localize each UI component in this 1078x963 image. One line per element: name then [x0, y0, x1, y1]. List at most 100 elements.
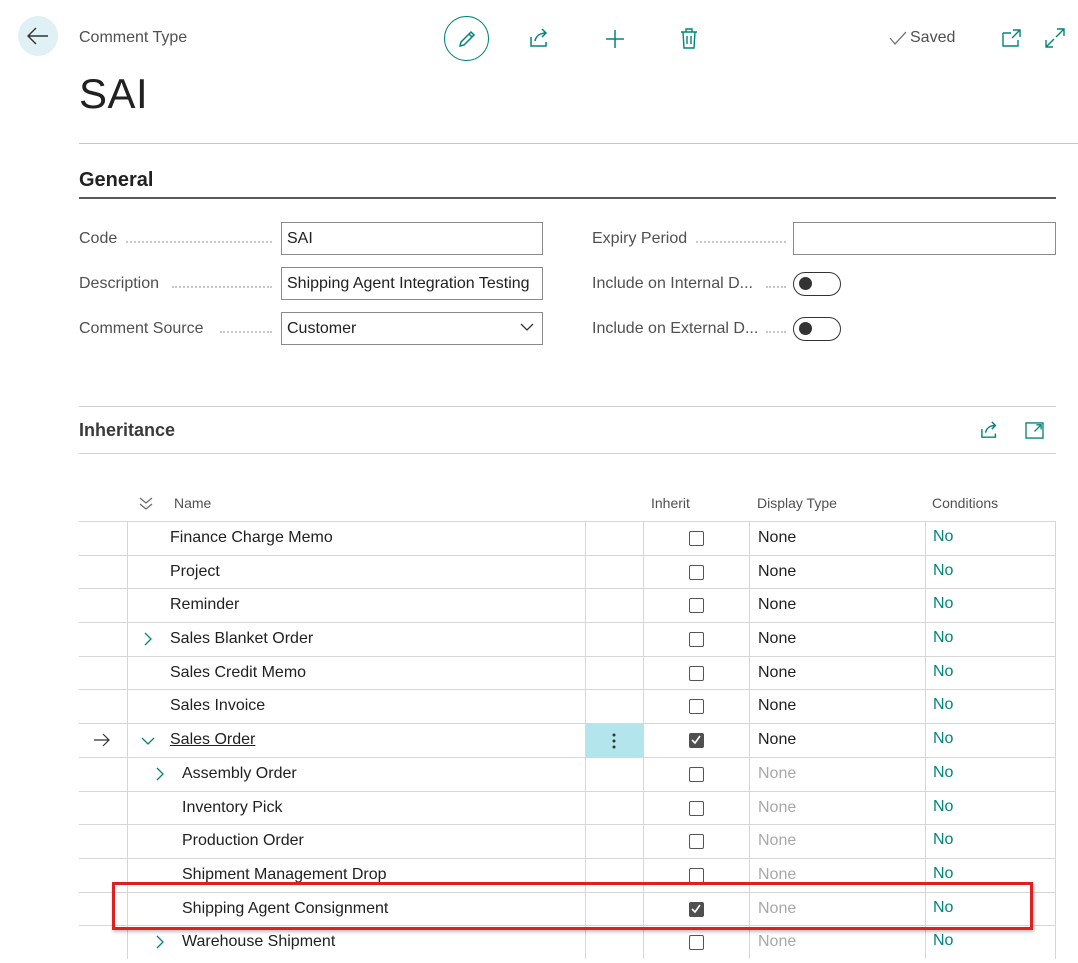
share-button[interactable] [526, 26, 554, 50]
row-name[interactable]: Sales Order [170, 731, 255, 749]
inherit-checkbox[interactable] [689, 867, 704, 883]
row-name[interactable]: Project [170, 563, 220, 581]
new-button[interactable] [602, 26, 628, 52]
include-internal-toggle[interactable] [793, 272, 841, 296]
comment-source-select[interactable]: Customer [281, 312, 543, 345]
include-external-toggle[interactable] [793, 317, 841, 341]
column-header-conditions[interactable]: Conditions [932, 495, 998, 511]
row-conditions-link[interactable]: No [933, 595, 953, 613]
inherit-checkbox[interactable] [689, 665, 704, 681]
inherit-checkbox[interactable] [689, 598, 704, 614]
column-header-display-type[interactable]: Display Type [757, 495, 837, 511]
inheritance-share-button[interactable] [979, 419, 1001, 441]
column-divider [925, 791, 926, 825]
saved-status: Saved [888, 29, 955, 47]
column-divider [749, 926, 750, 959]
table-row[interactable]: Warehouse Shipment None No [79, 925, 1056, 959]
comment-source-label: Comment Source [79, 320, 204, 337]
collapse-all-button[interactable] [138, 495, 154, 516]
inherit-checkbox[interactable] [689, 733, 704, 749]
row-display-type: None [758, 764, 797, 782]
saved-label: Saved [910, 29, 956, 46]
open-new-window-button[interactable] [1000, 27, 1024, 49]
delete-button[interactable] [677, 26, 701, 50]
table-row[interactable]: Production Order None No [79, 824, 1056, 858]
row-conditions-link[interactable]: No [933, 730, 953, 748]
column-divider [643, 757, 644, 791]
row-conditions-link[interactable]: No [933, 831, 953, 849]
row-name[interactable]: Sales Credit Memo [170, 664, 306, 682]
expand-button[interactable] [1043, 26, 1067, 50]
row-display-type[interactable]: None [758, 563, 796, 581]
row-name[interactable]: Finance Charge Memo [170, 529, 333, 547]
table-row[interactable]: Sales Invoice None No [79, 689, 1056, 724]
open-in-new-window-icon [1024, 421, 1044, 439]
row-name[interactable]: Production Order [182, 832, 304, 850]
toggle-knob [799, 322, 812, 335]
row-name[interactable]: Sales Blanket Order [170, 630, 313, 648]
code-label: Code [79, 230, 118, 247]
row-conditions-link[interactable]: No [933, 629, 953, 647]
chevron-down-icon[interactable] [141, 736, 155, 746]
row-conditions-link[interactable]: No [933, 798, 953, 816]
table-row-selected[interactable]: Sales Order None No [79, 723, 1056, 758]
chevron-down-icon [520, 323, 534, 331]
row-conditions-link[interactable]: No [933, 764, 953, 782]
inherit-checkbox[interactable] [689, 564, 704, 580]
row-actions-button[interactable] [585, 724, 643, 758]
column-divider [925, 724, 926, 757]
table-row[interactable]: Sales Credit Memo None No [79, 655, 1056, 690]
code-input[interactable]: SAI [281, 222, 543, 255]
inherit-checkbox[interactable] [689, 800, 704, 816]
row-display-type[interactable]: None [758, 630, 796, 648]
table-row[interactable]: Reminder None No [79, 588, 1056, 623]
row-conditions-link[interactable]: No [933, 663, 953, 681]
table-row[interactable]: Finance Charge Memo None No [79, 521, 1056, 555]
column-divider [585, 926, 586, 959]
inheritance-expand-button[interactable] [1023, 419, 1045, 441]
row-name[interactable]: Assembly Order [182, 765, 297, 783]
inherit-checkbox[interactable] [689, 632, 704, 648]
row-display-type[interactable]: None [758, 697, 796, 715]
row-name[interactable]: Reminder [170, 596, 239, 614]
row-conditions-link[interactable]: No [933, 528, 953, 546]
inherit-checkbox[interactable] [689, 834, 704, 850]
row-conditions-link[interactable]: No [933, 865, 953, 883]
open-in-new-window-icon [1002, 29, 1021, 47]
row-display-type[interactable]: None [758, 664, 796, 682]
description-input[interactable]: Shipping Agent Integration Testing [281, 267, 543, 300]
description-leader-dots [172, 286, 272, 288]
row-name[interactable]: Warehouse Shipment [182, 933, 335, 951]
chevron-right-icon[interactable] [143, 632, 153, 646]
row-display-type[interactable]: None [758, 596, 796, 614]
column-header-name[interactable]: Name [174, 495, 211, 511]
row-conditions-link[interactable]: No [933, 562, 953, 580]
trash-icon [681, 27, 697, 49]
toggle-knob [799, 277, 812, 290]
row-display-type[interactable]: None [758, 731, 796, 749]
edit-button[interactable] [444, 16, 489, 61]
inherit-checkbox[interactable] [689, 766, 704, 782]
table-row[interactable]: Inventory Pick None No [79, 790, 1056, 825]
inherit-checkbox[interactable] [689, 935, 704, 951]
chevron-right-icon[interactable] [155, 767, 165, 781]
row-display-type: None [758, 933, 797, 951]
back-button[interactable] [18, 16, 58, 56]
row-name[interactable]: Inventory Pick [182, 799, 282, 817]
row-conditions-link[interactable]: No [933, 696, 953, 714]
inherit-checkbox[interactable] [689, 699, 704, 715]
row-name[interactable]: Sales Invoice [170, 697, 265, 715]
chevron-right-icon[interactable] [155, 935, 165, 949]
column-divider [925, 825, 926, 858]
annotation-highlight-box [112, 882, 1033, 930]
table-row[interactable]: Assembly Order None No [79, 756, 1056, 791]
include-external-label: Include on External D... [592, 320, 759, 337]
inherit-checkbox[interactable] [689, 531, 704, 546]
row-conditions-link[interactable]: No [933, 932, 953, 950]
table-row[interactable]: Sales Blanket Order None No [79, 622, 1056, 656]
column-divider [749, 522, 750, 555]
column-header-inherit[interactable]: Inherit [651, 495, 690, 511]
table-row[interactable]: Project None No [79, 554, 1056, 589]
row-display-type[interactable]: None [758, 529, 796, 547]
expiry-period-input[interactable] [793, 222, 1056, 255]
